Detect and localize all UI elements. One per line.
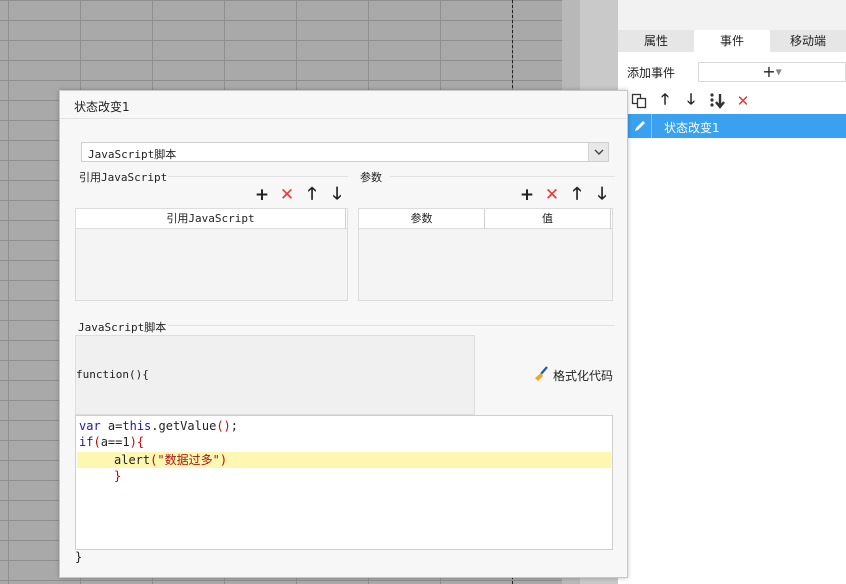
move-up-icon[interactable]: 🡑 (569, 184, 585, 204)
js-script-section-label: JavaScript脚本 (78, 321, 167, 334)
tab-mobile[interactable]: 移动端 (770, 30, 846, 52)
edit-pencil-icon[interactable] (628, 114, 652, 138)
title-divider (60, 118, 627, 119)
function-header-text: function(){ (76, 368, 149, 381)
code-line-2: if(a==1){ (79, 435, 145, 449)
ref-js-toolbar: + ✕ 🡑 🡓 (254, 184, 345, 206)
remove-icon[interactable]: ✕ (544, 185, 560, 205)
section-divider (168, 176, 348, 177)
caret-down-icon: ▼ (775, 67, 782, 77)
add-icon[interactable]: + (254, 185, 270, 205)
move-up-icon[interactable]: 🡑 (304, 184, 320, 204)
params-table-header: 参数 值 (359, 209, 612, 229)
event-item-label: 状态改变1 (664, 121, 720, 135)
add-event-dropdown[interactable]: +▼ (698, 62, 846, 82)
event-list-item[interactable]: 状态改变1 (628, 114, 846, 138)
panel-header (618, 0, 846, 30)
copy-icon[interactable] (630, 91, 648, 111)
remove-icon[interactable]: ✕ (279, 185, 295, 205)
column-header-ref-js[interactable]: 引用JavaScript (76, 209, 346, 229)
add-event-label: 添加事件 (627, 66, 676, 80)
move-down-icon[interactable]: 🡓 (329, 184, 345, 204)
function-closing-brace: } (75, 550, 83, 564)
event-toolbar: 🡑 🡓 ✕ (630, 90, 752, 112)
event-editor-dialog: 状态改变1 JavaScript脚本 引用JavaScript + ✕ 🡑 🡓 … (59, 90, 628, 578)
add-event-row: 添加事件 +▼ (618, 60, 846, 84)
delete-icon[interactable]: ✕ (734, 91, 752, 111)
ref-js-section-label: 引用JavaScript (79, 171, 168, 184)
plus-icon: + (762, 62, 776, 81)
code-line-3: alert("数据过多") (114, 453, 228, 467)
dialog-title: 状态改变1 (74, 100, 130, 114)
move-to-bottom-icon[interactable] (708, 91, 726, 111)
panel-tabs: 属性 事件 移动端 (618, 30, 846, 52)
section-divider (390, 176, 615, 177)
move-down-icon[interactable]: 🡓 (682, 90, 700, 111)
properties-panel: 属性 事件 移动端 添加事件 +▼ 🡑 🡓 ✕ 状态改变1 (618, 0, 846, 584)
column-header-value[interactable]: 值 (485, 209, 611, 229)
ref-js-table[interactable]: 引用JavaScript (75, 208, 348, 301)
chevron-down-icon[interactable] (588, 143, 608, 161)
column-header-param[interactable]: 参数 (359, 209, 485, 229)
move-down-icon[interactable]: 🡓 (594, 184, 610, 204)
script-type-select[interactable]: JavaScript脚本 (81, 142, 609, 162)
tab-events[interactable]: 事件 (694, 30, 770, 52)
code-editor[interactable]: var a=this.getValue(); if(a==1){ alert("… (75, 415, 613, 550)
script-type-value: JavaScript脚本 (88, 148, 177, 161)
params-toolbar: + ✕ 🡑 🡓 (519, 184, 610, 206)
section-divider (168, 325, 615, 326)
broom-icon (533, 366, 549, 385)
add-icon[interactable]: + (519, 185, 535, 205)
params-section-label: 参数 (360, 171, 382, 184)
format-code-button[interactable]: 格式化代码 (533, 366, 613, 385)
ref-js-table-header: 引用JavaScript (76, 209, 347, 229)
move-up-icon[interactable]: 🡑 (656, 90, 674, 111)
params-table[interactable]: 参数 值 (358, 208, 613, 301)
tab-properties[interactable]: 属性 (618, 30, 694, 52)
code-line-1: var a=this.getValue(); (79, 419, 238, 433)
code-line-4: } (114, 469, 122, 483)
format-code-label: 格式化代码 (553, 369, 614, 383)
